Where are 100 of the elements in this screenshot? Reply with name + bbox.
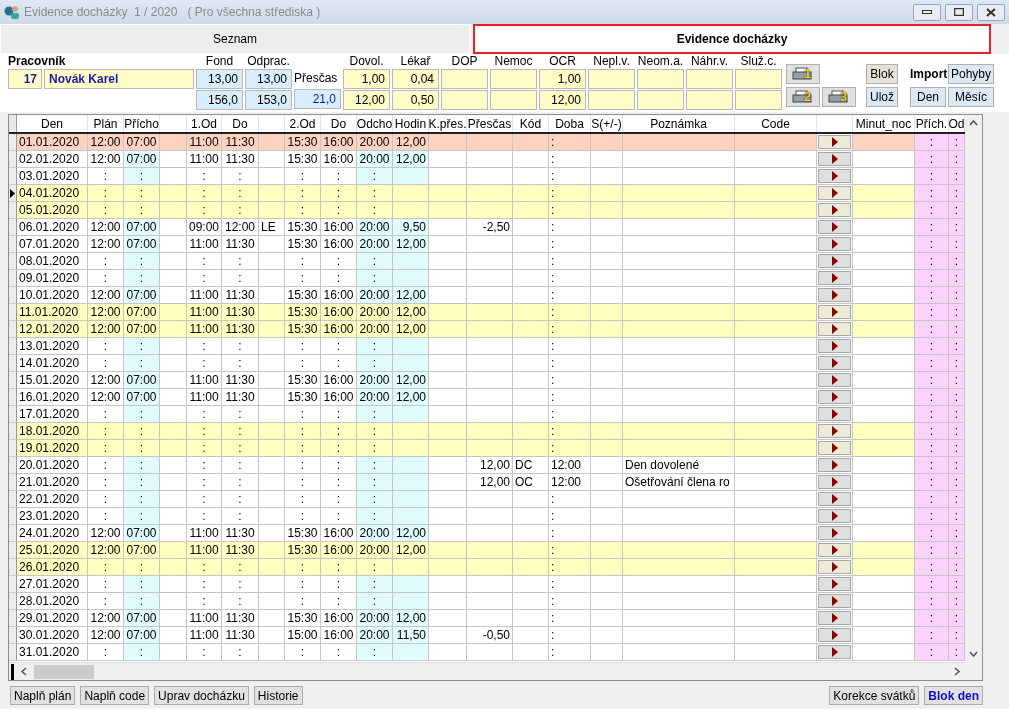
table-cell: : (915, 304, 949, 321)
maximize-button[interactable] (945, 3, 973, 21)
table-cell: : (357, 338, 393, 355)
footer-button[interactable]: Naplň code (80, 686, 150, 705)
table-cell (467, 610, 513, 627)
table-cell: 21.01.2020 (17, 474, 88, 491)
horizontal-scrollbar[interactable] (9, 662, 965, 680)
minimize-button[interactable] (913, 3, 941, 21)
tab[interactable]: Seznam (0, 24, 470, 54)
table-cell (513, 559, 549, 576)
table-cell: 11,50 (393, 627, 429, 644)
table-cell: : (915, 202, 949, 219)
column-header: Code (735, 115, 817, 132)
import-movements-button[interactable]: Pohyby (948, 64, 994, 84)
stat-field: 156,0 (196, 90, 243, 110)
table-cell (513, 627, 549, 644)
column-header: Přícho (124, 115, 160, 132)
table-cell: 16:00 (321, 389, 357, 406)
overtime-label: Přesčas (294, 70, 339, 87)
table-cell (591, 474, 623, 491)
stat-field (441, 90, 488, 110)
table-cell: 22.01.2020 (17, 491, 88, 508)
table-cell (160, 253, 187, 270)
table-cell: 9,50 (393, 219, 429, 236)
table-cell (513, 525, 549, 542)
table-cell: : (915, 423, 949, 440)
table-cell (591, 406, 623, 423)
table-cell: : (915, 644, 949, 661)
table-cell: : (949, 270, 965, 287)
footer-button[interactable]: Historie (253, 686, 303, 705)
table-cell (429, 185, 467, 202)
table-cell (393, 559, 429, 576)
table-cell: : (915, 253, 949, 270)
table-cell (467, 542, 513, 559)
table-cell (591, 491, 623, 508)
table-cell: 28.01.2020 (17, 593, 88, 610)
table-cell: : (949, 236, 965, 253)
table-cell (513, 338, 549, 355)
table-cell (591, 389, 623, 406)
table-cell: : (124, 593, 160, 610)
table-cell: : (124, 185, 160, 202)
import-month-button[interactable]: Měsíc (948, 87, 994, 107)
table-cell: : (124, 270, 160, 287)
table-cell (393, 440, 429, 457)
table-cell: : (285, 593, 321, 610)
table-cell (160, 270, 187, 287)
table-cell: : (357, 474, 393, 491)
table-cell: 20:00 (357, 287, 393, 304)
table-cell (513, 440, 549, 457)
table-cell (591, 321, 623, 338)
table-cell: : (321, 202, 357, 219)
table-cell (160, 423, 187, 440)
save-button[interactable]: Ulož (866, 87, 898, 107)
table-cell: 12,00 (393, 287, 429, 304)
table-cell (591, 542, 623, 559)
table-cell: : (124, 253, 160, 270)
vertical-scrollbar[interactable] (965, 115, 982, 680)
printer-icon (792, 90, 814, 104)
table-cell: : (549, 270, 591, 287)
footer-button[interactable]: Blok den (924, 686, 983, 705)
table-cell (429, 474, 467, 491)
employee-number-field[interactable]: 17 (8, 69, 42, 89)
import-day-button[interactable]: Den (910, 87, 946, 107)
table-cell: : (915, 457, 949, 474)
tab[interactable]: Evidence docházky (473, 24, 991, 54)
footer-button[interactable]: Uprav docházku (154, 686, 249, 705)
column-header: Přesčas (467, 115, 513, 132)
table-cell (160, 202, 187, 219)
scroll-right-icon (953, 667, 961, 676)
footer-button[interactable]: Naplň plán (10, 686, 76, 705)
table-cell (259, 355, 285, 372)
table-cell: : (549, 304, 591, 321)
block-button[interactable]: Blok (866, 64, 898, 84)
table-cell: 16:00 (321, 236, 357, 253)
table-cell (467, 440, 513, 457)
close-button[interactable] (977, 3, 1005, 21)
table-cell: : (949, 168, 965, 185)
scroll-thumb[interactable] (34, 664, 94, 679)
table-cell: 20:00 (357, 627, 393, 644)
table-cell: 20:00 (357, 525, 393, 542)
table-cell (513, 236, 549, 253)
table-cell (160, 338, 187, 355)
table-cell (259, 134, 285, 151)
table-cell: 12:00 (88, 389, 124, 406)
table-cell (429, 644, 467, 661)
stat-field (686, 69, 733, 89)
table-cell (259, 372, 285, 389)
footer-button[interactable]: Korekce svátků (829, 686, 920, 705)
table-cell: : (321, 474, 357, 491)
stat-field (637, 69, 684, 89)
column-header: K.přes. (429, 115, 467, 132)
table-cell: 11:30 (222, 304, 259, 321)
employee-name-field[interactable]: Novák Karel (44, 69, 194, 89)
table-cell: : (357, 185, 393, 202)
table-cell: 15:30 (285, 287, 321, 304)
table-cell: : (285, 576, 321, 593)
table-cell: : (915, 270, 949, 287)
table-cell: 12,00 (467, 474, 513, 491)
table-cell: : (321, 338, 357, 355)
table-cell (259, 610, 285, 627)
